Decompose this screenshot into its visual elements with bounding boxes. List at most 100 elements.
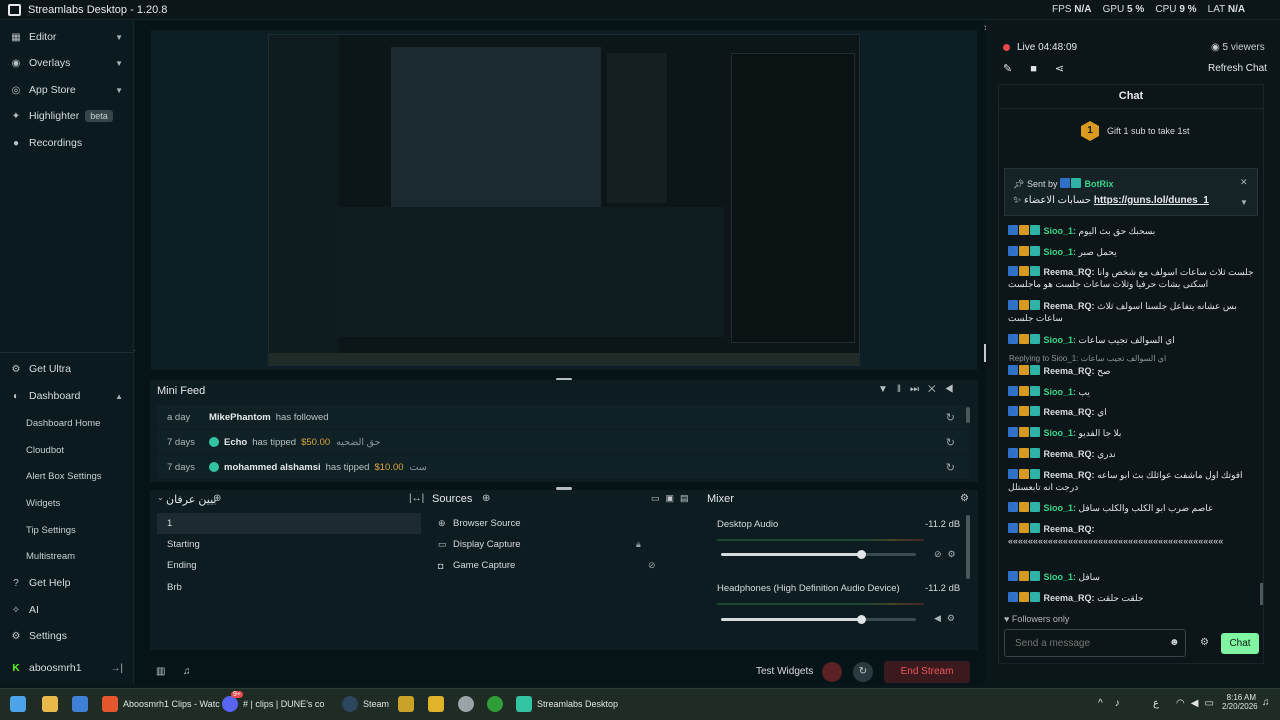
chat-send-button[interactable]: Chat <box>1221 633 1259 654</box>
scene-item[interactable]: Brb <box>157 577 421 598</box>
chat-message[interactable]: Sioo_1: بسحبك حق بث اليوم <box>1008 225 1256 237</box>
taskbar-app-3[interactable] <box>458 696 479 712</box>
filter-icon[interactable]: ▼ <box>878 384 897 395</box>
camera-icon[interactable]: ■ <box>1030 63 1055 75</box>
sidebar-item-dashboard[interactable]: ◐ Dashboard ▲ <box>0 383 134 409</box>
scene-item[interactable]: 1 <box>157 513 421 534</box>
sidebar-item-recordings[interactable]: ● Recordings <box>0 130 134 156</box>
chat-username[interactable]: Reema_RQ: <box>1044 593 1095 603</box>
gear-icon[interactable]: ⚙ <box>948 549 962 559</box>
replay-icon[interactable]: ↻ <box>946 436 955 449</box>
performance-icon[interactable]: ▥ <box>156 666 165 677</box>
chat-message[interactable]: Reema_RQ: صح <box>1008 365 1256 377</box>
chat-username[interactable]: Reema_RQ: <box>1044 407 1095 417</box>
mixer-scrollbar[interactable] <box>966 515 970 579</box>
chat-username[interactable]: Sioo_1: <box>1044 226 1077 236</box>
taskbar-item-streamlabs[interactable]: Streamlabs Desktop <box>516 696 618 712</box>
chat-message[interactable]: Sioo_1: سافل <box>1008 571 1256 583</box>
pinned-link[interactable]: https://guns.lol/dunes_1 <box>1094 195 1209 206</box>
visibility-off-icon[interactable]: ⊘ <box>648 560 656 571</box>
volume-icon[interactable]: ◀ <box>945 384 963 395</box>
chat-message[interactable]: Reema_RQ: حلقت حلقت <box>1008 592 1256 604</box>
clock[interactable]: 8:16 AM 2/20/2026 <box>1222 693 1258 711</box>
chat-message[interactable]: Sioo_1: عاصم ضرب ابو الكلب والكلب سافل <box>1008 502 1256 514</box>
chat-message[interactable]: Reema_RQ: ««««««««««««««««««««««««««««««… <box>1008 523 1256 547</box>
sidebar-item-tip-settings[interactable]: Tip Settings <box>0 517 134 543</box>
file-explorer-button[interactable] <box>42 696 63 712</box>
notifications-bell-icon[interactable]: ♫ <box>1262 697 1270 708</box>
volume-slider[interactable] <box>721 550 916 559</box>
mute-alerts-icon[interactable]: ✕ <box>928 384 945 395</box>
sidebar-user[interactable]: Kaboosmrh1 →| <box>0 655 134 681</box>
chat-message[interactable]: Reema_RQ: ندري <box>1008 448 1256 460</box>
chat-username[interactable]: Sioo_1: <box>1044 572 1077 582</box>
transition-icon[interactable]: |↔| <box>409 493 424 504</box>
taskbar-item-steam[interactable]: Steam <box>342 696 389 712</box>
replay-buffer-icon[interactable]: ↻ <box>853 662 873 682</box>
chat-username[interactable]: Sioo_1: <box>1044 503 1077 513</box>
folder-icon[interactable]: ▤ <box>680 493 695 503</box>
scene-item[interactable]: Starting <box>157 534 421 555</box>
scene-collection-title[interactable]: بيين عرفان <box>166 493 216 506</box>
taskbar-item-brave[interactable]: Aboosmrh1 Clips - Watc <box>102 696 220 712</box>
chat-message[interactable]: Sioo_1: اي السوالف تجيب ساعات <box>1008 334 1256 346</box>
chat-message[interactable]: Reema_RQ: جلست ثلاث ساعات اسولف مع شخص و… <box>1008 266 1256 290</box>
chat-username[interactable]: Reema_RQ: <box>1044 267 1095 277</box>
source-item[interactable]: ⊕ Browser Source <box>432 513 694 534</box>
edit-pencil-icon[interactable]: ✎ <box>1003 63 1030 75</box>
sidebar-item-alert-box-settings[interactable]: Alert Box Settings <box>0 463 134 489</box>
layers-icon[interactable]: ▭ <box>651 493 666 503</box>
share-icon[interactable]: ⋖ <box>1055 63 1082 75</box>
volume-slider[interactable] <box>721 615 916 624</box>
refresh-chat-button[interactable]: Refresh Chat <box>1208 63 1267 74</box>
replay-icon[interactable]: ↻ <box>946 411 955 424</box>
end-stream-button[interactable]: End Stream <box>884 661 970 683</box>
record-button[interactable] <box>822 662 842 682</box>
sidebar-item-settings[interactable]: ⚙ Settings <box>0 623 134 649</box>
taskbar-item-discord[interactable]: # | clips | DUNE's co <box>222 696 324 712</box>
mini-feed-scrollbar[interactable] <box>966 407 970 423</box>
sidebar-item-overlays[interactable]: ◉ Overlays ▼ <box>0 50 134 76</box>
test-widgets-label[interactable]: Test Widgets <box>756 666 813 677</box>
start-button[interactable] <box>10 696 31 712</box>
chat-username[interactable]: Sioo_1: <box>1044 335 1077 345</box>
wifi-icon[interactable]: ◠ <box>1176 698 1191 709</box>
mic-icon[interactable]: ♪ <box>1115 698 1132 709</box>
emoji-icon[interactable]: ☻ <box>1169 637 1180 648</box>
notifications-icon[interactable]: ♫ <box>183 666 191 677</box>
volume-icon[interactable]: ◀ <box>934 613 947 623</box>
sidebar-item-get-help[interactable]: ? Get Help <box>0 570 134 596</box>
chat-username[interactable]: Reema_RQ: <box>1044 449 1095 459</box>
tray-chevron-icon[interactable]: ^ <box>1098 698 1115 709</box>
taskbar-app-2[interactable] <box>428 696 449 712</box>
battery-icon[interactable]: ▭ <box>1204 698 1219 709</box>
source-item[interactable]: ◘ Game Capture ⊘ <box>432 555 694 576</box>
chat-username[interactable]: Sioo_1: <box>1044 428 1077 438</box>
unpin-icon[interactable]: ✕ <box>1240 177 1248 188</box>
chat-message[interactable]: Reema_RQ: افوتك اول ماشفت عوائلك بث ابو … <box>1008 469 1256 493</box>
chat-message[interactable]: Sioo_1: يحمل صبر <box>1008 246 1256 258</box>
chat-username[interactable]: Reema_RQ: <box>1044 366 1095 376</box>
source-item[interactable]: ▭ Display Capture 🔒︎ <box>432 534 694 555</box>
add-scene-icon[interactable]: ⊕ <box>213 493 221 504</box>
skip-icon[interactable]: ⏭ <box>910 384 928 395</box>
sidebar-item-app-store[interactable]: ◎ App Store ▼ <box>0 77 134 103</box>
sidebar-item-get-ultra[interactable]: ⚙ Get Ultra <box>0 356 134 382</box>
sidebar-item-dashboard-home[interactable]: Dashboard Home <box>0 410 134 436</box>
group-icon[interactable]: ▣ <box>666 493 681 503</box>
add-source-icon[interactable]: ⊕ <box>482 493 490 504</box>
logout-icon[interactable]: →| <box>110 663 123 674</box>
sidebar-item-ai[interactable]: ✧ AI <box>0 597 134 623</box>
mute-icon[interactable]: ⊘ <box>934 549 948 559</box>
scene-item[interactable]: Ending <box>157 555 421 576</box>
sidebar-item-highlighter[interactable]: ✦ Highlighter beta <box>0 103 134 129</box>
scene-collection-chevron-icon[interactable]: ⌄ <box>157 493 164 502</box>
gift-sub-text[interactable]: Gift 1 sub to take 1st <box>1107 126 1190 136</box>
chat-message[interactable]: Sioo_1: يب <box>1008 386 1256 398</box>
sidebar-item-editor[interactable]: ▦ Editor ▼ <box>0 24 134 50</box>
chat-username[interactable]: Sioo_1: <box>1044 387 1077 397</box>
chat-scrollbar[interactable] <box>1260 583 1263 605</box>
gear-icon[interactable]: ⚙ <box>947 613 961 623</box>
lock-icon[interactable]: 🔒︎ <box>636 539 641 550</box>
chat-username[interactable]: Reema_RQ: <box>1044 301 1095 311</box>
